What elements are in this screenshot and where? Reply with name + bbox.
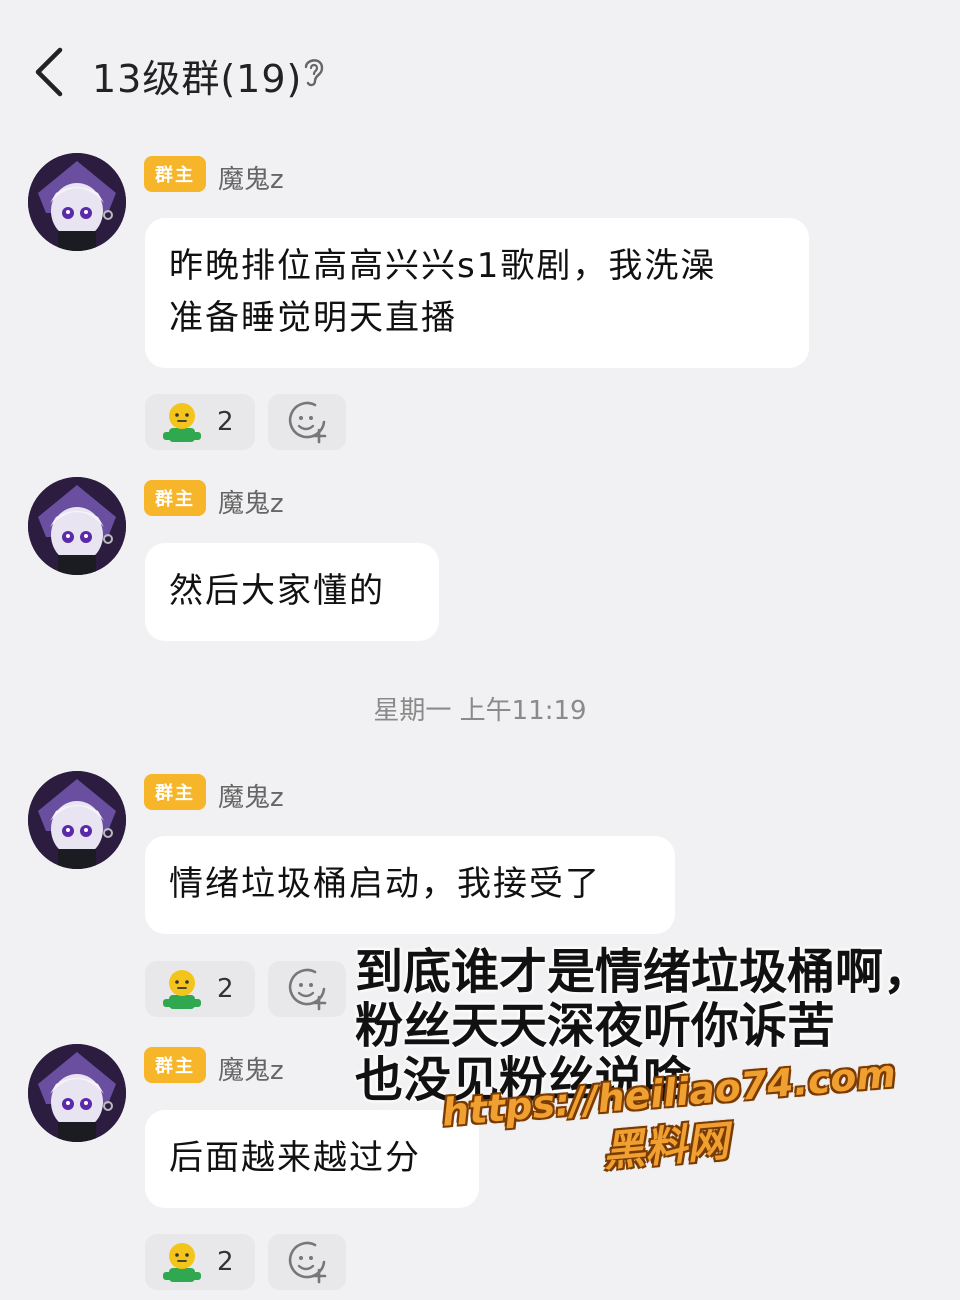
- sender-name[interactable]: 魔鬼z: [218, 1050, 284, 1087]
- avatar-image: [28, 771, 126, 869]
- avatar-image: [28, 1044, 126, 1142]
- avatar[interactable]: [28, 477, 126, 575]
- avatar[interactable]: [28, 153, 126, 251]
- timestamp: 星期一 上午11:19: [373, 696, 587, 726]
- add-reaction-button[interactable]: [268, 961, 346, 1017]
- reaction-pill[interactable]: 2: [145, 394, 255, 450]
- reaction-count: 2: [217, 407, 234, 437]
- message-bubble[interactable]: 后面越来越过分: [145, 1110, 479, 1208]
- reaction-count: 2: [217, 1247, 234, 1277]
- owner-badge: 群主: [144, 156, 206, 192]
- add-reaction-icon: [288, 1241, 327, 1284]
- add-reaction-icon: [288, 968, 327, 1011]
- reaction-count: 2: [217, 974, 234, 1004]
- message-text-line: 情绪垃圾桶启动，我接受了: [169, 864, 601, 904]
- message-text-line: 准备睡觉明天直播: [169, 298, 457, 338]
- reaction-pill[interactable]: 2: [145, 961, 255, 1017]
- message-text-line: 昨晚排位高高兴兴s1歌剧，我洗澡: [169, 246, 717, 286]
- sender-name[interactable]: 魔鬼z: [218, 777, 284, 814]
- green-emoji-icon: [163, 970, 201, 1009]
- avatar[interactable]: [28, 1044, 126, 1142]
- reaction-pill[interactable]: 2: [145, 1234, 255, 1290]
- avatar[interactable]: [28, 771, 126, 869]
- sender-name[interactable]: 魔鬼z: [218, 159, 284, 196]
- group-title[interactable]: 13级群(19): [92, 48, 302, 103]
- chat-header: 13级群(19): [0, 0, 960, 140]
- message-text-line: 后面越来越过分: [169, 1138, 421, 1178]
- owner-badge: 群主: [144, 480, 206, 516]
- add-reaction-icon: [288, 401, 327, 444]
- message-bubble[interactable]: 然后大家懂的: [145, 543, 439, 641]
- owner-badge: 群主: [144, 1047, 206, 1083]
- avatar-image: [28, 153, 126, 251]
- owner-badge: 群主: [144, 774, 206, 810]
- avatar-image: [28, 477, 126, 575]
- sender-name[interactable]: 魔鬼z: [218, 483, 284, 520]
- add-reaction-button[interactable]: [268, 1234, 346, 1290]
- add-reaction-button[interactable]: [268, 394, 346, 450]
- back-button[interactable]: [30, 44, 70, 100]
- chevron-left-icon: [35, 47, 63, 97]
- green-emoji-icon: [163, 1243, 201, 1282]
- green-emoji-icon: [163, 403, 201, 442]
- message-bubble[interactable]: 昨晚排位高高兴兴s1歌剧，我洗澡 准备睡觉明天直播: [145, 218, 809, 368]
- ear-icon[interactable]: [300, 53, 328, 89]
- message-bubble[interactable]: 情绪垃圾桶启动，我接受了: [145, 836, 675, 934]
- message-text-line: 然后大家懂的: [169, 571, 385, 611]
